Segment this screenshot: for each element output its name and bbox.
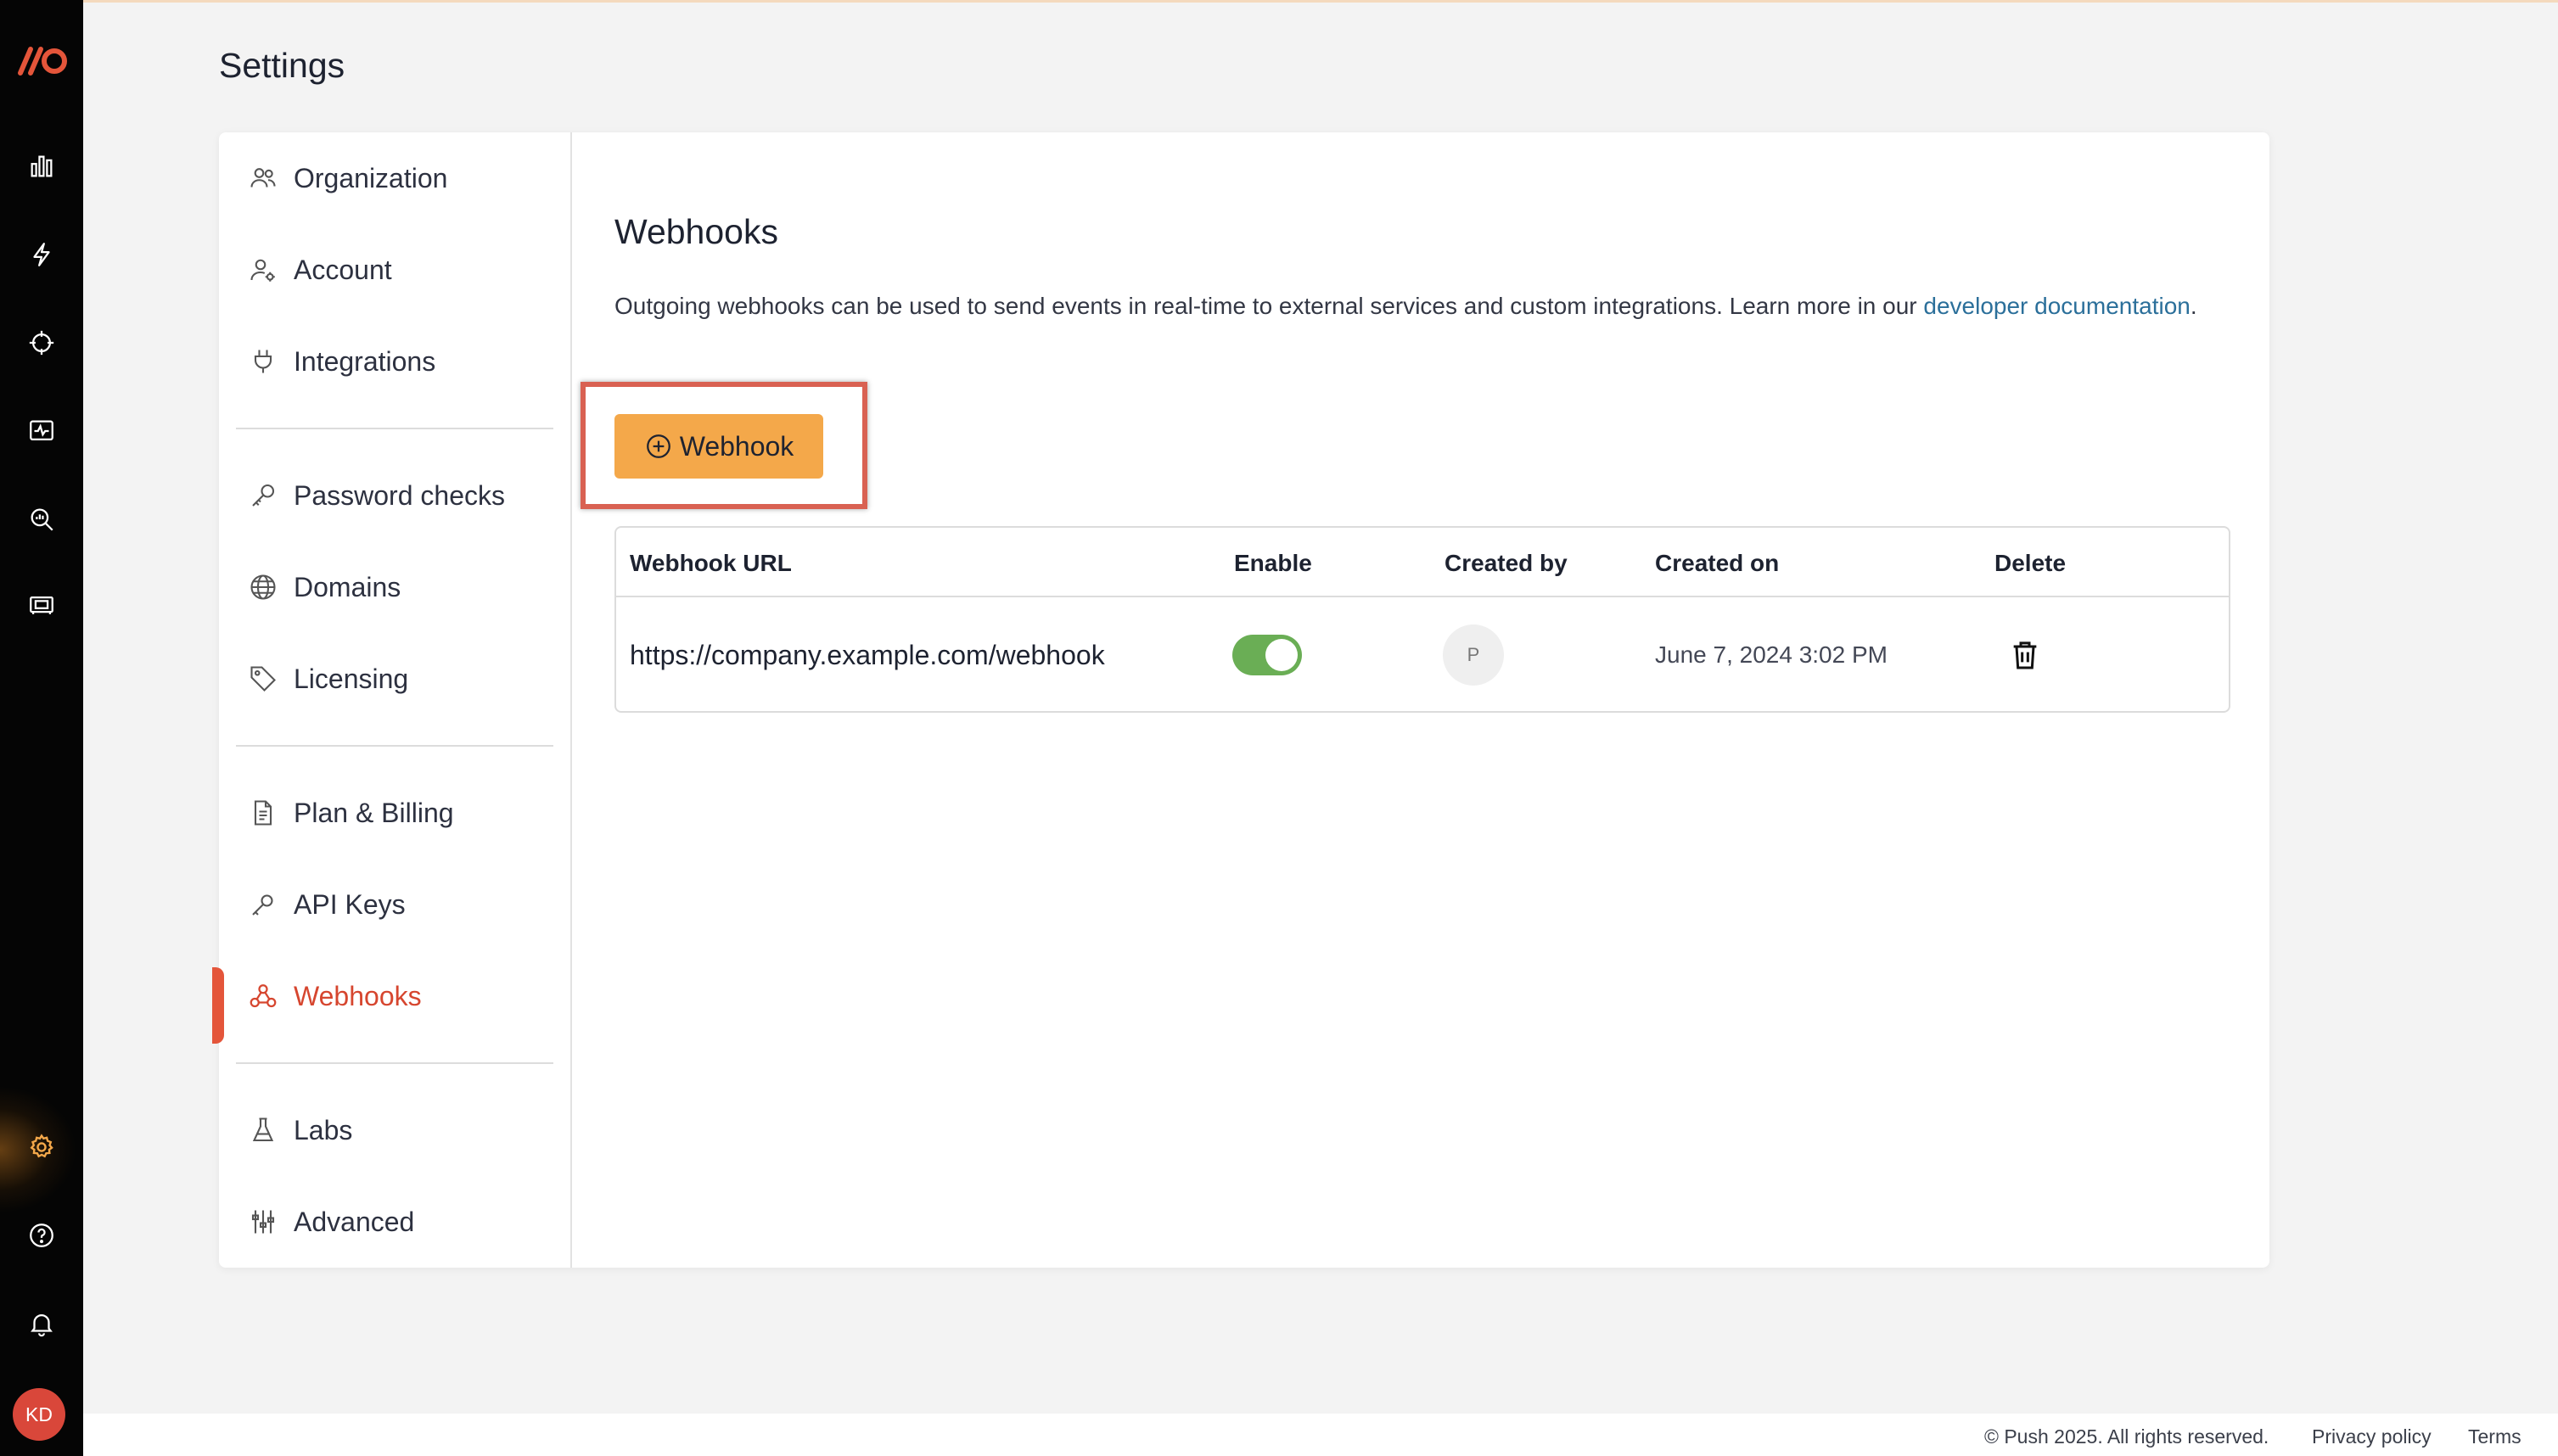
footer-copyright: © Push 2025. All rights reserved.: [1984, 1425, 2269, 1448]
sidebar-item-password-checks[interactable]: Password checks: [246, 470, 552, 521]
gear-icon[interactable]: [23, 1128, 60, 1166]
user-gear-icon: [246, 253, 280, 287]
webhooks-table: Webhook URL Enable Created by Created on…: [614, 526, 2230, 713]
sidebar-divider: [236, 745, 553, 747]
add-webhook-label: Webhook: [679, 430, 794, 462]
sidebar-item-advanced[interactable]: Advanced: [246, 1196, 552, 1247]
sidebar-item-label: Integrations: [294, 345, 436, 377]
add-webhook-button[interactable]: Webhook: [614, 414, 823, 479]
tag-icon: [246, 662, 280, 696]
footer-privacy-link[interactable]: Privacy policy: [2312, 1425, 2432, 1448]
globe-icon: [246, 570, 280, 604]
film-card-icon[interactable]: [23, 587, 60, 624]
activity-monitor-icon[interactable]: [23, 412, 60, 450]
created-by-avatar: P: [1443, 624, 1504, 686]
footer-terms-link[interactable]: Terms: [2468, 1425, 2522, 1448]
sidebar-item-labs[interactable]: Labs: [246, 1105, 552, 1156]
flask-icon: [246, 1113, 280, 1147]
enable-toggle[interactable]: [1232, 635, 1302, 675]
key-icon: [246, 479, 280, 512]
toggle-knob: [1265, 639, 1298, 671]
sidebar-item-label: Labs: [294, 1114, 353, 1145]
sidebar-item-domains[interactable]: Domains: [246, 562, 552, 613]
page-title: Settings: [219, 46, 345, 85]
sidebar-item-label: Advanced: [294, 1206, 415, 1237]
top-accent-line: [0, 0, 2558, 3]
sidebar-item-label: Organization: [294, 162, 448, 193]
column-header-delete: Delete: [1994, 550, 2067, 576]
sidebar-item-label: Password checks: [294, 479, 505, 511]
sidebar-item-label: Licensing: [294, 663, 409, 694]
app-rail: KD: [0, 0, 83, 1456]
sidebar-item-label: Webhooks: [294, 980, 422, 1011]
sidebar-item-api-keys[interactable]: API Keys: [246, 879, 552, 930]
settings-card: Organization Account Integrations Passwo…: [212, 132, 2269, 1268]
description-end: .: [2190, 293, 2197, 319]
sidebar-item-label: Plan & Billing: [294, 797, 454, 828]
plus-circle-icon: [646, 434, 670, 458]
table-header: Webhook URL Enable Created by Created on…: [616, 528, 2229, 597]
column-header-enable: Enable: [1234, 550, 1312, 576]
lightning-icon[interactable]: [23, 236, 60, 273]
bar-chart-icon[interactable]: [23, 148, 60, 185]
bell-icon[interactable]: [23, 1305, 60, 1342]
crosshair-icon[interactable]: [23, 324, 60, 361]
sidebar-item-plan-billing[interactable]: Plan & Billing: [246, 787, 552, 838]
help-icon[interactable]: [23, 1217, 60, 1254]
sidebar-item-integrations[interactable]: Integrations: [246, 336, 552, 387]
footer: © Push 2025. All rights reserved. Privac…: [83, 1414, 2558, 1456]
trash-icon[interactable]: [2008, 638, 2042, 672]
column-header-created-on: Created on: [1655, 550, 1780, 576]
sidebar-item-label: API Keys: [294, 888, 406, 920]
developer-documentation-link[interactable]: developer documentation: [1923, 293, 2190, 319]
sidebar-item-organization[interactable]: Organization: [246, 153, 552, 204]
sidebar-divider: [236, 1062, 553, 1064]
sidebar-item-label: Account: [294, 254, 392, 285]
column-header-created-by: Created by: [1444, 550, 1568, 576]
sidebar-item-account[interactable]: Account: [246, 244, 552, 295]
webhook-url: https://company.example.com/webhook: [630, 640, 1105, 670]
section-heading: Webhooks: [614, 212, 778, 251]
webhooks-panel: Webhooks Outgoing webhooks can be used t…: [581, 132, 2269, 1268]
push-logo[interactable]: [14, 44, 70, 78]
active-indicator: [212, 967, 224, 1044]
webhook-icon: [246, 979, 280, 1013]
api-key-icon: [246, 888, 280, 921]
plug-icon: [246, 344, 280, 378]
sidebar-item-licensing[interactable]: Licensing: [246, 653, 552, 704]
created-on-date: June 7, 2024 3:02 PM: [1655, 641, 1888, 668]
user-avatar[interactable]: KD: [13, 1388, 65, 1441]
sliders-icon: [246, 1205, 280, 1239]
search-chart-icon[interactable]: [23, 501, 60, 538]
sidebar-divider: [236, 428, 553, 429]
settings-sidebar: Organization Account Integrations Passwo…: [212, 132, 572, 1268]
sidebar-item-webhooks[interactable]: Webhooks: [246, 971, 552, 1022]
users-icon: [246, 161, 280, 195]
column-header-url: Webhook URL: [630, 550, 792, 576]
description-text: Outgoing webhooks can be used to send ev…: [614, 293, 1924, 319]
document-icon: [246, 796, 280, 830]
sidebar-item-label: Domains: [294, 571, 401, 602]
section-description: Outgoing webhooks can be used to send ev…: [614, 288, 2202, 324]
